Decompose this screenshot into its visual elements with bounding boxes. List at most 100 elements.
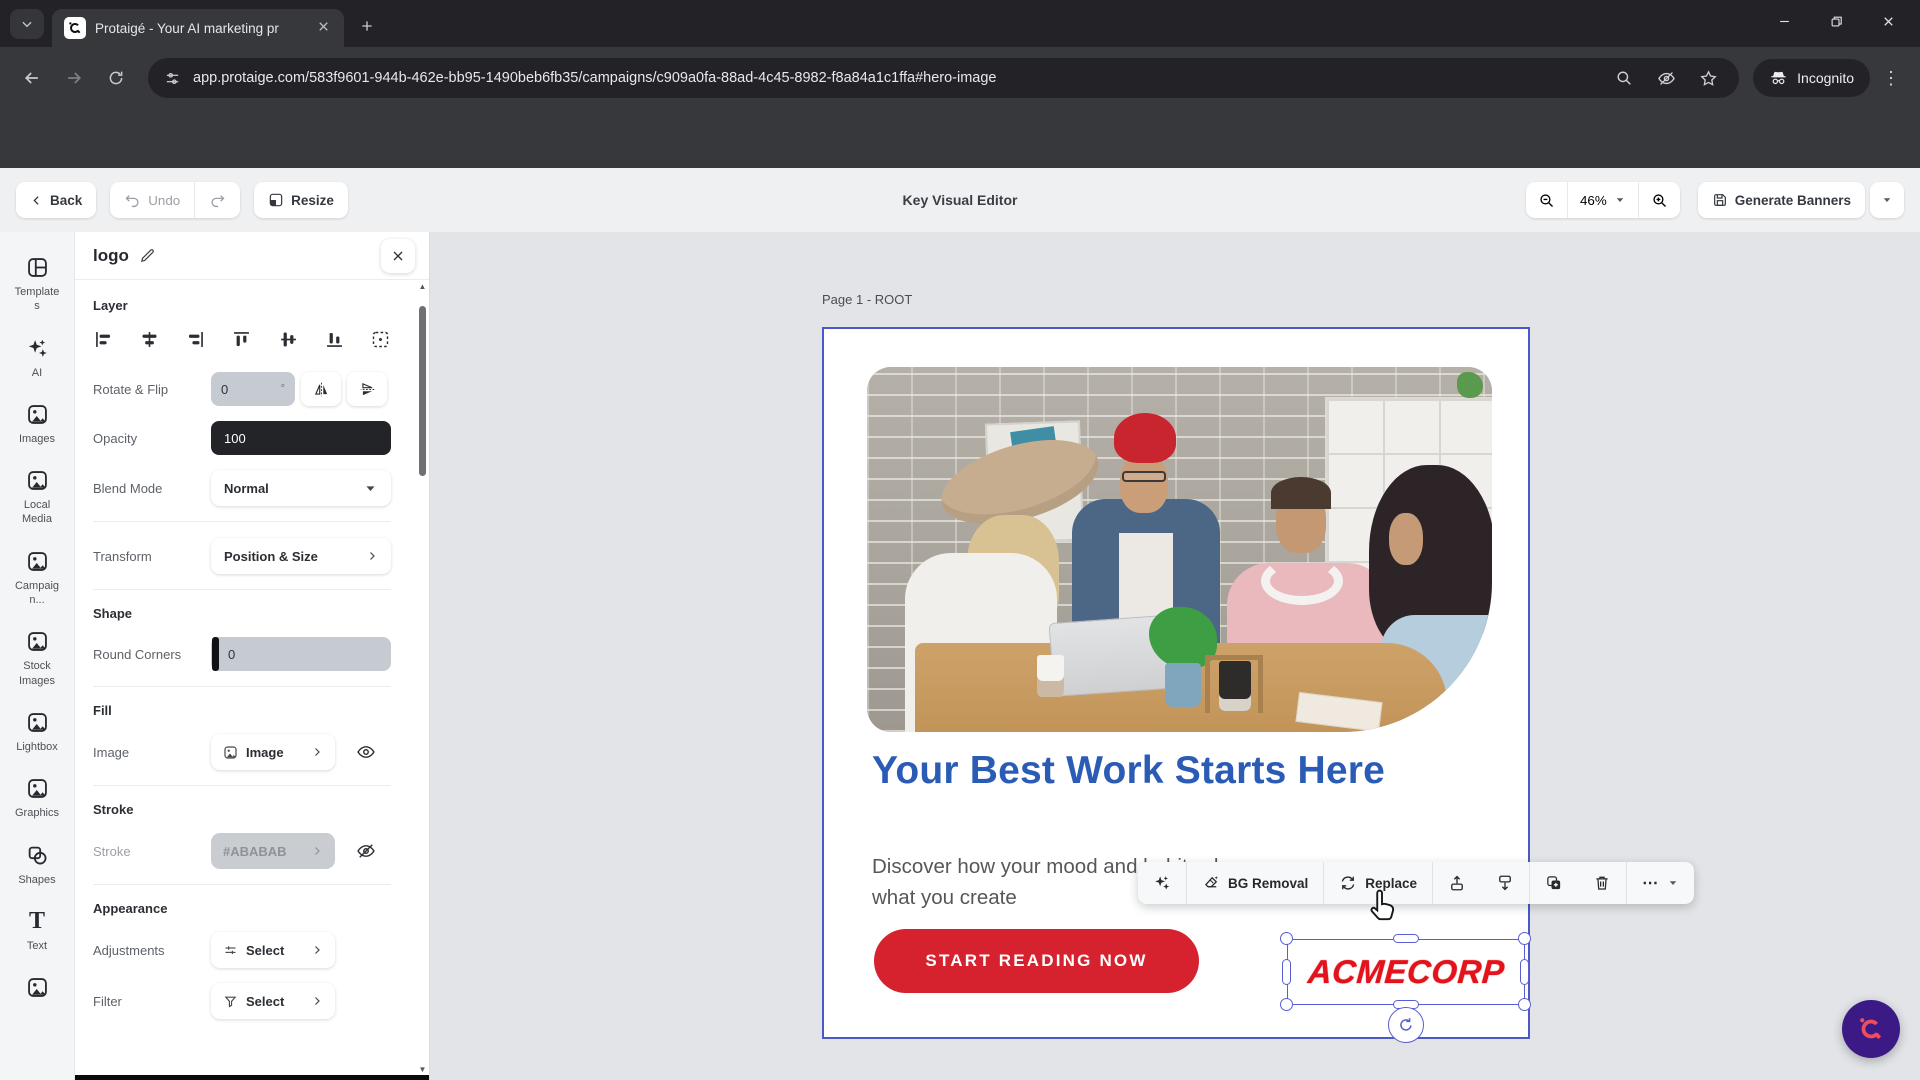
zoom-in-button[interactable] xyxy=(1639,182,1680,218)
bg-removal-button[interactable]: BG Removal xyxy=(1187,862,1323,904)
browser-forward-button[interactable] xyxy=(56,60,92,96)
send-backward-icon xyxy=(1496,874,1514,892)
sidebar-item-templates[interactable]: Templates xyxy=(13,256,61,314)
scroll-down-icon[interactable]: ▼ xyxy=(418,1065,427,1074)
browser-reload-button[interactable] xyxy=(98,60,134,96)
adjustments-select-button[interactable]: Select xyxy=(211,932,335,968)
site-settings-icon[interactable] xyxy=(164,70,181,87)
rotation-input[interactable]: 0 ° xyxy=(211,372,295,406)
sidebar-item-stock-images[interactable]: Stock Images xyxy=(13,630,61,688)
tab-search-button[interactable] xyxy=(10,9,44,39)
align-selection-button[interactable] xyxy=(370,329,391,350)
delete-button[interactable] xyxy=(1578,862,1626,904)
canvas-area[interactable]: Page 1 - ROOT xyxy=(430,232,1920,1080)
window-restore-button[interactable] xyxy=(1810,4,1862,38)
sidebar-item-graphics[interactable]: Graphics xyxy=(13,777,61,820)
sidebar-item-partial[interactable] xyxy=(26,976,49,999)
flip-horizontal-button[interactable] xyxy=(301,372,341,406)
panel-scrollbar[interactable]: ▲ ▼ xyxy=(418,284,427,1074)
properties-panel: logo Layer Rotate & Flip 0 ° xyxy=(75,232,430,1080)
new-tab-button[interactable] xyxy=(352,11,382,41)
selection-handle-bottom-left[interactable] xyxy=(1280,998,1293,1011)
image-icon xyxy=(26,777,49,800)
selection-handle-top[interactable] xyxy=(1393,934,1419,943)
edit-name-icon[interactable] xyxy=(139,247,156,264)
url-text[interactable]: app.protaige.com/583f9601-944b-462e-bb95… xyxy=(193,70,1597,86)
browser-tab[interactable]: Protaigé - Your AI marketing pr xyxy=(52,9,344,47)
logo-layer-selection[interactable]: ACMECORP xyxy=(1287,939,1525,1005)
position-size-button[interactable]: Position & Size xyxy=(211,538,391,574)
bring-forward-button[interactable] xyxy=(1433,862,1481,904)
back-button[interactable]: Back xyxy=(16,182,96,218)
sidebar-item-shapes[interactable]: Shapes xyxy=(13,844,61,887)
sidebar-item-local-media[interactable]: Local Media xyxy=(13,469,61,527)
sidebar-item-campaign[interactable]: Campaign... xyxy=(13,550,61,608)
undo-icon xyxy=(124,192,141,209)
protaige-logo-icon xyxy=(1856,1014,1886,1044)
hero-image[interactable] xyxy=(867,367,1492,732)
cta-button[interactable]: START READING NOW xyxy=(874,929,1199,993)
window-minimize-button[interactable] xyxy=(1758,4,1810,38)
fill-image-button[interactable]: Image xyxy=(211,734,335,770)
tab-close-icon[interactable] xyxy=(316,19,334,37)
sidebar-item-text[interactable]: T Text xyxy=(13,910,61,953)
align-bottom-button[interactable] xyxy=(324,329,345,350)
browser-menu-button[interactable]: ⋮ xyxy=(1876,58,1906,98)
alignment-row xyxy=(93,329,391,350)
align-top-button[interactable] xyxy=(231,329,252,350)
design-canvas[interactable]: Your Best Work Starts Here Discover how … xyxy=(822,327,1530,1039)
sidebar-item-images[interactable]: Images xyxy=(13,403,61,446)
brand-logo-text[interactable]: ACMECORP xyxy=(1306,953,1505,991)
section-title-layer: Layer xyxy=(93,298,391,313)
scroll-up-icon[interactable]: ▲ xyxy=(418,282,427,291)
selection-handle-right[interactable] xyxy=(1520,959,1529,985)
slider-thumb[interactable] xyxy=(212,637,219,671)
filter-select-button[interactable]: Select xyxy=(211,983,335,1019)
sidebar-item-lightbox[interactable]: Lightbox xyxy=(13,711,61,754)
fill-visibility-toggle[interactable] xyxy=(349,735,383,769)
align-right-button[interactable] xyxy=(185,329,206,350)
align-center-horizontal-button[interactable] xyxy=(139,329,160,350)
opacity-slider[interactable]: 100 xyxy=(211,421,391,455)
selection-handle-bottom-right[interactable] xyxy=(1518,998,1531,1011)
window-close-button[interactable] xyxy=(1862,4,1914,38)
selection-handle-left[interactable] xyxy=(1282,959,1291,985)
flip-vertical-button[interactable] xyxy=(347,372,387,406)
generate-banners-caret-button[interactable] xyxy=(1870,182,1904,218)
selection-handle-top-left[interactable] xyxy=(1280,932,1293,945)
zoom-out-button[interactable] xyxy=(1526,182,1567,218)
divider xyxy=(93,686,391,687)
sidebar-item-ai[interactable]: AI xyxy=(13,337,61,380)
bookmark-star-icon[interactable] xyxy=(1693,63,1723,93)
zoom-page-icon[interactable] xyxy=(1609,63,1639,93)
zoom-level-dropdown[interactable]: 46% xyxy=(1568,182,1638,218)
panel-close-button[interactable] xyxy=(381,239,415,273)
generate-banners-button[interactable]: Generate Banners xyxy=(1698,182,1865,218)
zoom-control: 46% xyxy=(1526,182,1680,218)
rotate-layer-handle[interactable] xyxy=(1388,1007,1424,1043)
address-bar[interactable]: app.protaige.com/583f9601-944b-462e-bb95… xyxy=(148,58,1739,98)
blend-mode-dropdown[interactable]: Normal xyxy=(211,470,391,506)
preview-hidden-icon[interactable] xyxy=(1651,63,1681,93)
blend-mode-row: Blend Mode Normal xyxy=(93,470,391,506)
ai-magic-button[interactable] xyxy=(1138,862,1186,904)
duplicate-button[interactable] xyxy=(1530,862,1578,904)
more-options-button[interactable]: ⋯ xyxy=(1627,862,1694,904)
round-corners-slider[interactable]: 0 xyxy=(211,637,391,671)
redo-button[interactable] xyxy=(195,182,240,218)
photo-coffee-cup-dark xyxy=(1219,661,1251,711)
scrollbar-thumb[interactable] xyxy=(419,306,426,476)
shapes-icon xyxy=(26,844,49,867)
design-heading[interactable]: Your Best Work Starts Here xyxy=(872,747,1392,795)
send-backward-button[interactable] xyxy=(1481,862,1529,904)
browser-back-button[interactable] xyxy=(14,60,50,96)
stroke-color-button[interactable]: #ABABAB xyxy=(211,833,335,869)
stroke-visibility-toggle[interactable] xyxy=(349,834,383,868)
undo-button[interactable]: Undo xyxy=(110,182,194,218)
align-left-button[interactable] xyxy=(93,329,114,350)
resize-button[interactable]: Resize xyxy=(254,182,348,218)
section-title-appearance: Appearance xyxy=(93,901,391,916)
selection-handle-top-right[interactable] xyxy=(1518,932,1531,945)
protaige-assistant-button[interactable] xyxy=(1842,1000,1900,1058)
align-middle-vertical-button[interactable] xyxy=(278,329,299,350)
